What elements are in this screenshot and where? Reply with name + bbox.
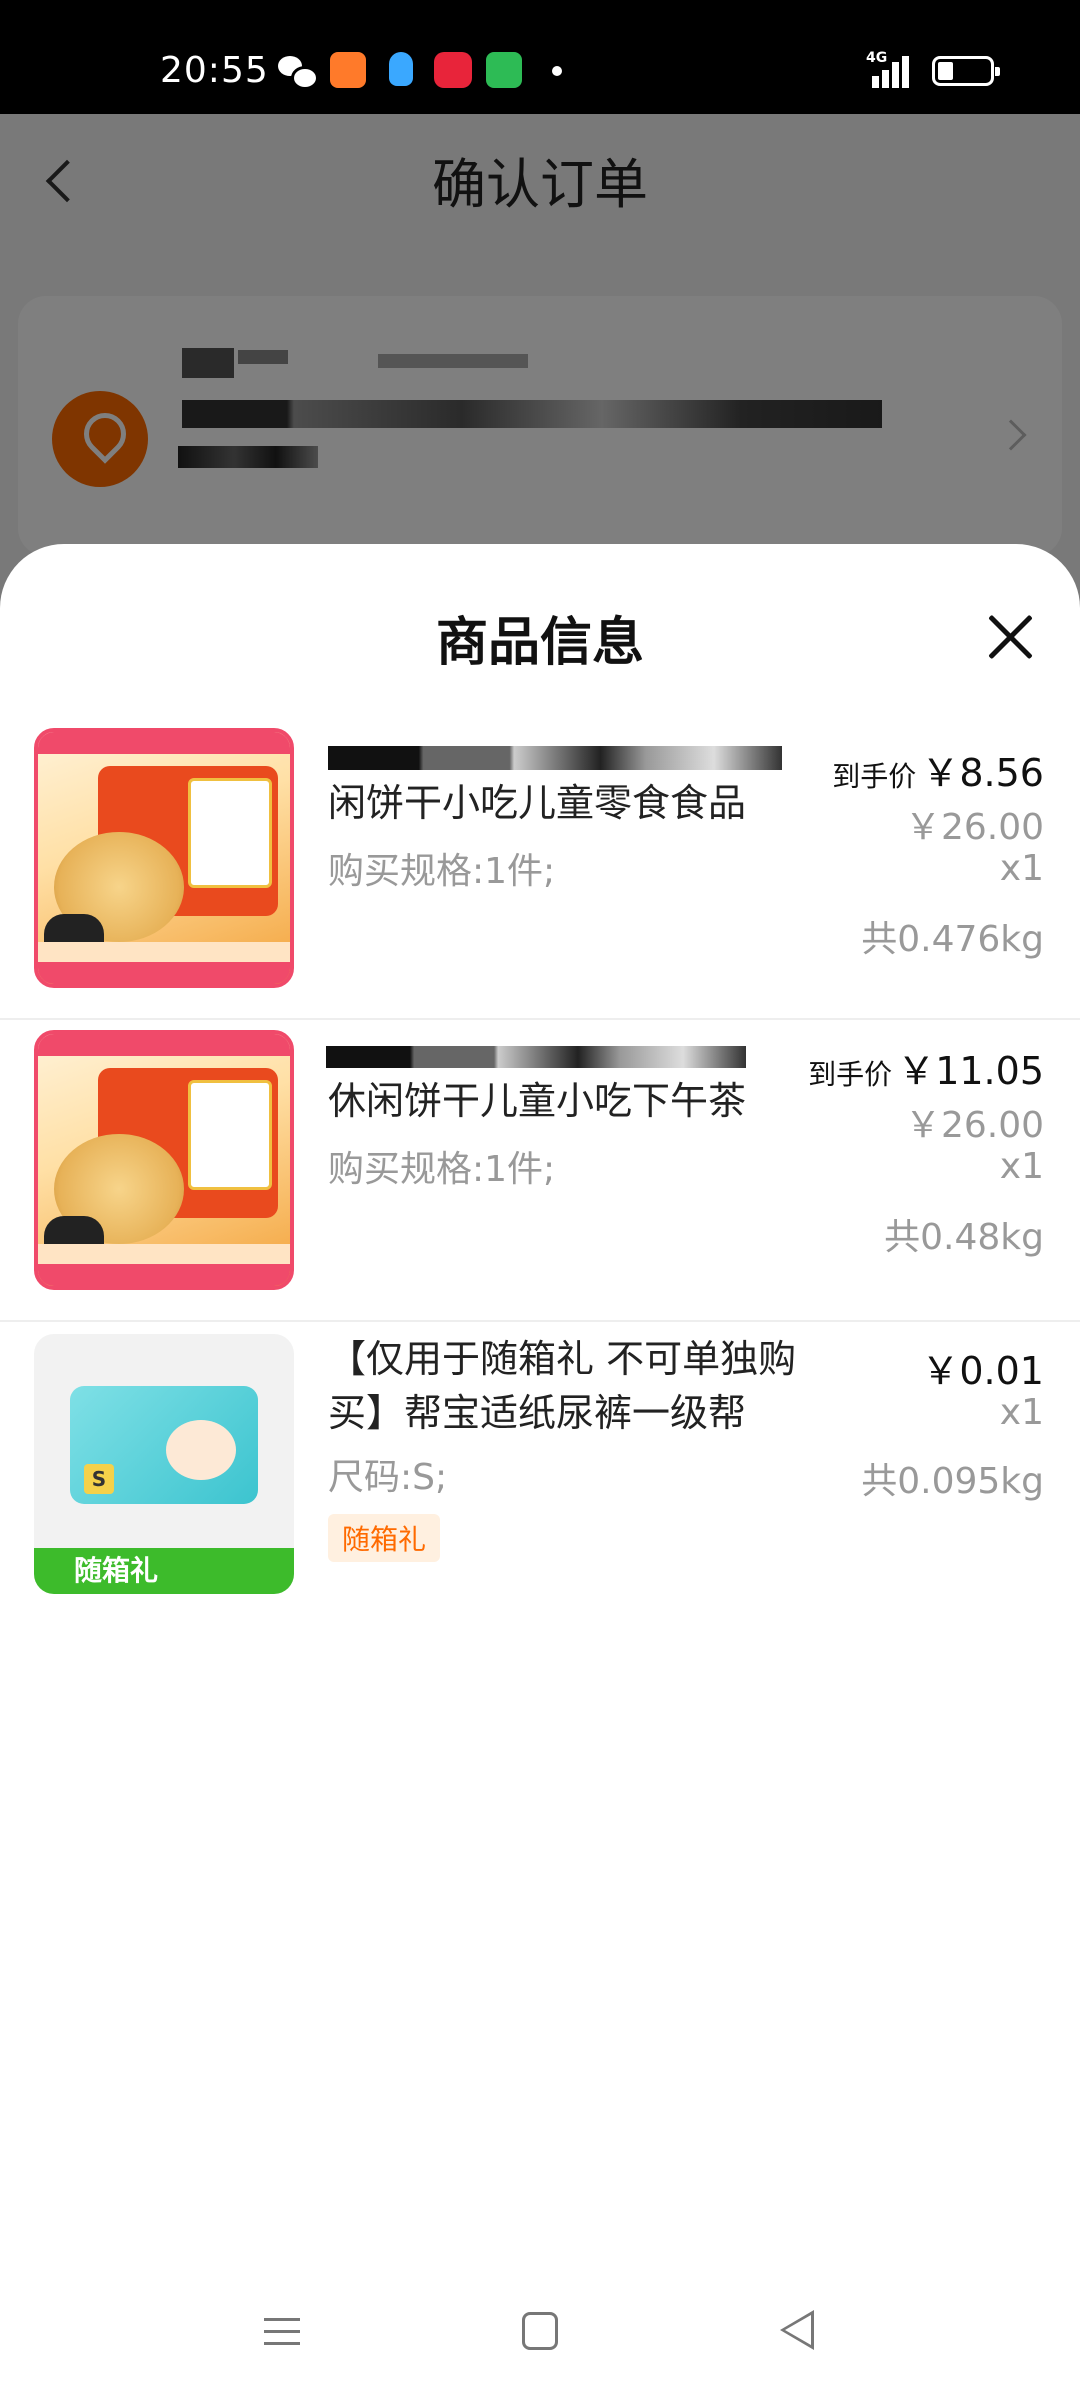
final-price-value: ￥0.01	[921, 1349, 1044, 1393]
system-nav-bar	[0, 2264, 1080, 2400]
app-icon	[330, 52, 366, 88]
notification-dot-icon	[552, 66, 562, 76]
final-price: 到手价 ￥8.56	[832, 742, 1044, 797]
list-item[interactable]: 休闲饼干儿童小吃下午茶 购买规格:1件; 到手价 ￥11.05 ￥26.00 x…	[0, 1020, 1080, 1322]
original-price: ￥26.00	[904, 1105, 1044, 1146]
product-name: 闲饼干小吃儿童零食食品	[328, 781, 747, 825]
list-item[interactable]: 随箱礼 【仅用于随箱礼 不可单独购买】帮宝适纸尿裤一级帮 尺码:S; 随箱礼 ￥…	[0, 1322, 1080, 1642]
product-name: 【仅用于随箱礼 不可单独购买】帮宝适纸尿裤一级帮	[328, 1337, 797, 1435]
list-item[interactable]: 闲饼干小吃儿童零食食品 购买规格:1件; 到手价 ￥8.56 ￥26.00 x1…	[0, 718, 1080, 1020]
final-price: 到手价 ￥11.05	[808, 1040, 1044, 1095]
qq-icon	[383, 52, 419, 88]
product-image: 随箱礼	[34, 1334, 294, 1594]
final-price: ￥0.01	[921, 1340, 1044, 1395]
product-spec: 购买规格:1件;	[328, 851, 556, 892]
weight: 共0.095kg	[861, 1461, 1044, 1502]
final-price-value: ￥8.56	[921, 751, 1044, 795]
final-price-value: ￥11.05	[897, 1049, 1044, 1093]
product-spec: 购买规格:1件;	[328, 1149, 556, 1190]
product-name: 休闲饼干儿童小吃下午茶	[328, 1079, 747, 1123]
wechat-icon	[278, 52, 319, 90]
product-title-redacted	[328, 746, 782, 770]
menu-icon[interactable]	[264, 2314, 300, 2350]
product-info-sheet: 商品信息 闲饼干小吃儿童零食食品 购买规格:1件; 到手价 ￥8.56 ￥26.…	[0, 544, 1080, 2264]
original-price: ￥26.00	[904, 807, 1044, 848]
sheet-title: 商品信息	[435, 613, 644, 673]
status-time: 20:55	[160, 50, 269, 91]
close-icon[interactable]	[984, 610, 1038, 664]
signal-icon	[858, 52, 909, 88]
back-icon[interactable]	[780, 2310, 814, 2350]
tmall-icon	[434, 52, 472, 88]
battery-icon	[932, 56, 1000, 86]
quantity: x1	[999, 1392, 1044, 1433]
gift-tag: 随箱礼	[328, 1514, 441, 1562]
weight: 共0.48kg	[884, 1217, 1044, 1258]
home-icon[interactable]	[522, 2312, 558, 2350]
product-image	[34, 1030, 294, 1290]
message-icon	[486, 52, 522, 88]
final-price-label: 到手价	[808, 1058, 893, 1091]
product-image	[34, 728, 294, 988]
quantity: x1	[999, 1146, 1044, 1187]
quantity: x1	[999, 848, 1044, 889]
product-spec: 尺码:S;	[328, 1457, 448, 1498]
product-title-redacted	[326, 1046, 746, 1068]
gift-band-label: 随箱礼	[34, 1548, 294, 1594]
status-bar: 20:55 4G	[0, 0, 1080, 114]
final-price-label: 到手价	[832, 760, 917, 793]
weight: 共0.476kg	[861, 919, 1044, 960]
